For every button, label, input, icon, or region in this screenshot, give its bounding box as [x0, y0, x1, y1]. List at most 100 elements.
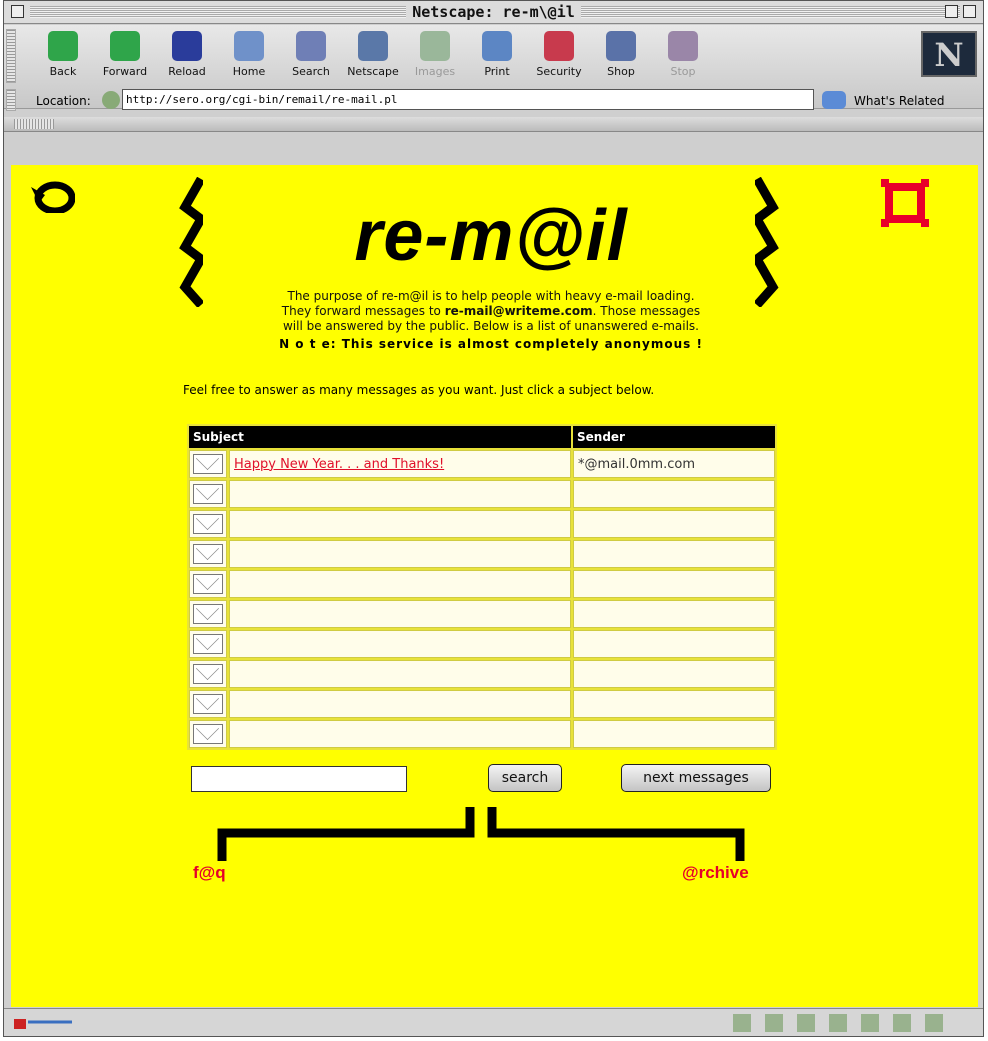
subject-cell — [229, 690, 571, 718]
anonymity-note: N o t e: This service is almost complete… — [279, 337, 703, 351]
sender-cell — [573, 600, 775, 628]
subject-cell — [229, 480, 571, 508]
subject-link[interactable]: Happy New Year. . . and Thanks! — [230, 457, 444, 472]
intro-line-2-c: . Those messages — [592, 304, 701, 318]
title-bar[interactable]: Netscape: re-m\@il — [4, 1, 983, 24]
envelope-icon[interactable] — [193, 484, 223, 504]
sender-cell — [573, 690, 775, 718]
security-icon — [544, 31, 574, 61]
subject-link[interactable] — [230, 667, 234, 682]
netscape-logo[interactable]: N — [921, 31, 977, 77]
table-row — [189, 690, 775, 718]
zoom-box-icon[interactable] — [945, 5, 958, 18]
print-icon — [482, 31, 512, 61]
sender-cell — [573, 540, 775, 568]
subject-cell — [229, 570, 571, 598]
table-row — [189, 510, 775, 538]
envelope-icon[interactable] — [193, 514, 223, 534]
subject-link[interactable] — [230, 577, 234, 592]
sender-cell: *@mail.0mm.com — [573, 450, 775, 478]
subject-link[interactable] — [230, 487, 234, 502]
table-row: Happy New Year. . . and Thanks! *@mail.0m… — [189, 450, 775, 478]
envelope-icon[interactable] — [193, 724, 223, 744]
shop-icon — [606, 31, 636, 61]
subject-link[interactable] — [230, 727, 234, 742]
location-grip[interactable] — [6, 89, 16, 111]
envelope-icon[interactable] — [193, 664, 223, 684]
window-title: Netscape: re-m\@il — [4, 3, 983, 21]
envelope-cell — [189, 450, 227, 478]
table-row — [189, 660, 775, 688]
toolbar-button-label: Shop — [607, 65, 635, 78]
envelope-cell — [189, 540, 227, 568]
search-icon — [296, 31, 326, 61]
sender-cell — [573, 630, 775, 658]
personal-toolbar — [4, 117, 983, 132]
intro-line-2: They forward messages to re-mail@writeme… — [191, 304, 791, 319]
toolbar-grip[interactable] — [6, 29, 16, 83]
location-bar: Location: What's Related — [4, 87, 983, 115]
status-bar — [4, 1008, 983, 1036]
url-input[interactable] — [122, 89, 814, 110]
location-label: Location: — [36, 94, 91, 108]
table-row — [189, 600, 775, 628]
envelope-cell — [189, 690, 227, 718]
subject-link[interactable] — [230, 637, 234, 652]
envelope-icon[interactable] — [193, 694, 223, 714]
toolbar-button-label: Stop — [670, 65, 696, 78]
envelope-cell — [189, 600, 227, 628]
sender-cell — [573, 660, 775, 688]
whats-related-icon[interactable] — [822, 91, 846, 109]
toolbar-button-label: Home — [232, 65, 266, 78]
toolbar-button-label: Back — [49, 65, 77, 78]
subject-cell: Happy New Year. . . and Thanks! — [229, 450, 571, 478]
site-logo: re-m@il — [354, 196, 628, 276]
subject-link[interactable] — [230, 517, 234, 532]
subject-link[interactable] — [230, 697, 234, 712]
sender-header: Sender — [573, 426, 775, 448]
toolbar-button-label: Forward — [102, 65, 148, 78]
search-input[interactable] — [191, 766, 407, 792]
netscape-icon — [358, 31, 388, 61]
envelope-cell — [189, 660, 227, 688]
post-horn-icon — [31, 181, 75, 213]
search-button[interactable]: search — [488, 764, 562, 792]
stop-icon — [668, 31, 698, 61]
collapse-box-icon[interactable] — [963, 5, 976, 18]
bookmark-pin-icon[interactable] — [102, 91, 120, 109]
subject-cell — [229, 510, 571, 538]
table-row — [189, 720, 775, 748]
personal-toolbar-tab[interactable] — [14, 119, 54, 129]
forward-email-address: re-mail@writeme.com — [444, 304, 593, 318]
envelope-cell — [189, 570, 227, 598]
sender-cell — [573, 570, 775, 598]
forward-icon — [110, 31, 140, 61]
envelope-cell — [189, 480, 227, 508]
subject-header: Subject — [189, 426, 571, 448]
intro-line-2-a: They forward messages to — [281, 304, 445, 318]
envelope-icon[interactable] — [193, 544, 223, 564]
envelope-icon[interactable] — [193, 574, 223, 594]
envelope-icon[interactable] — [193, 634, 223, 654]
subject-cell — [229, 540, 571, 568]
intro-line-3: will be answered by the public. Below is… — [282, 319, 699, 333]
whats-related-link[interactable]: What's Related — [854, 94, 944, 108]
component-bar-icons[interactable] — [733, 1014, 953, 1032]
subject-cell — [229, 600, 571, 628]
reload-icon — [172, 31, 202, 61]
security-lock-icon[interactable] — [12, 1014, 74, 1030]
faq-link[interactable]: f@q — [193, 863, 226, 883]
subject-link[interactable] — [230, 607, 234, 622]
back-icon — [48, 31, 78, 61]
subject-cell — [229, 630, 571, 658]
subject-cell — [229, 720, 571, 748]
next-messages-button[interactable]: next messages — [621, 764, 771, 792]
archive-link[interactable]: @rchive — [682, 863, 749, 883]
left-bracket-icon — [179, 177, 203, 307]
envelope-icon[interactable] — [193, 604, 223, 624]
toolbar-button-label: Security — [536, 65, 582, 78]
envelope-icon[interactable] — [193, 454, 223, 474]
subject-link[interactable] — [230, 547, 234, 562]
toolbar-button-label: Images — [414, 65, 456, 78]
red-square-icon — [881, 179, 929, 227]
